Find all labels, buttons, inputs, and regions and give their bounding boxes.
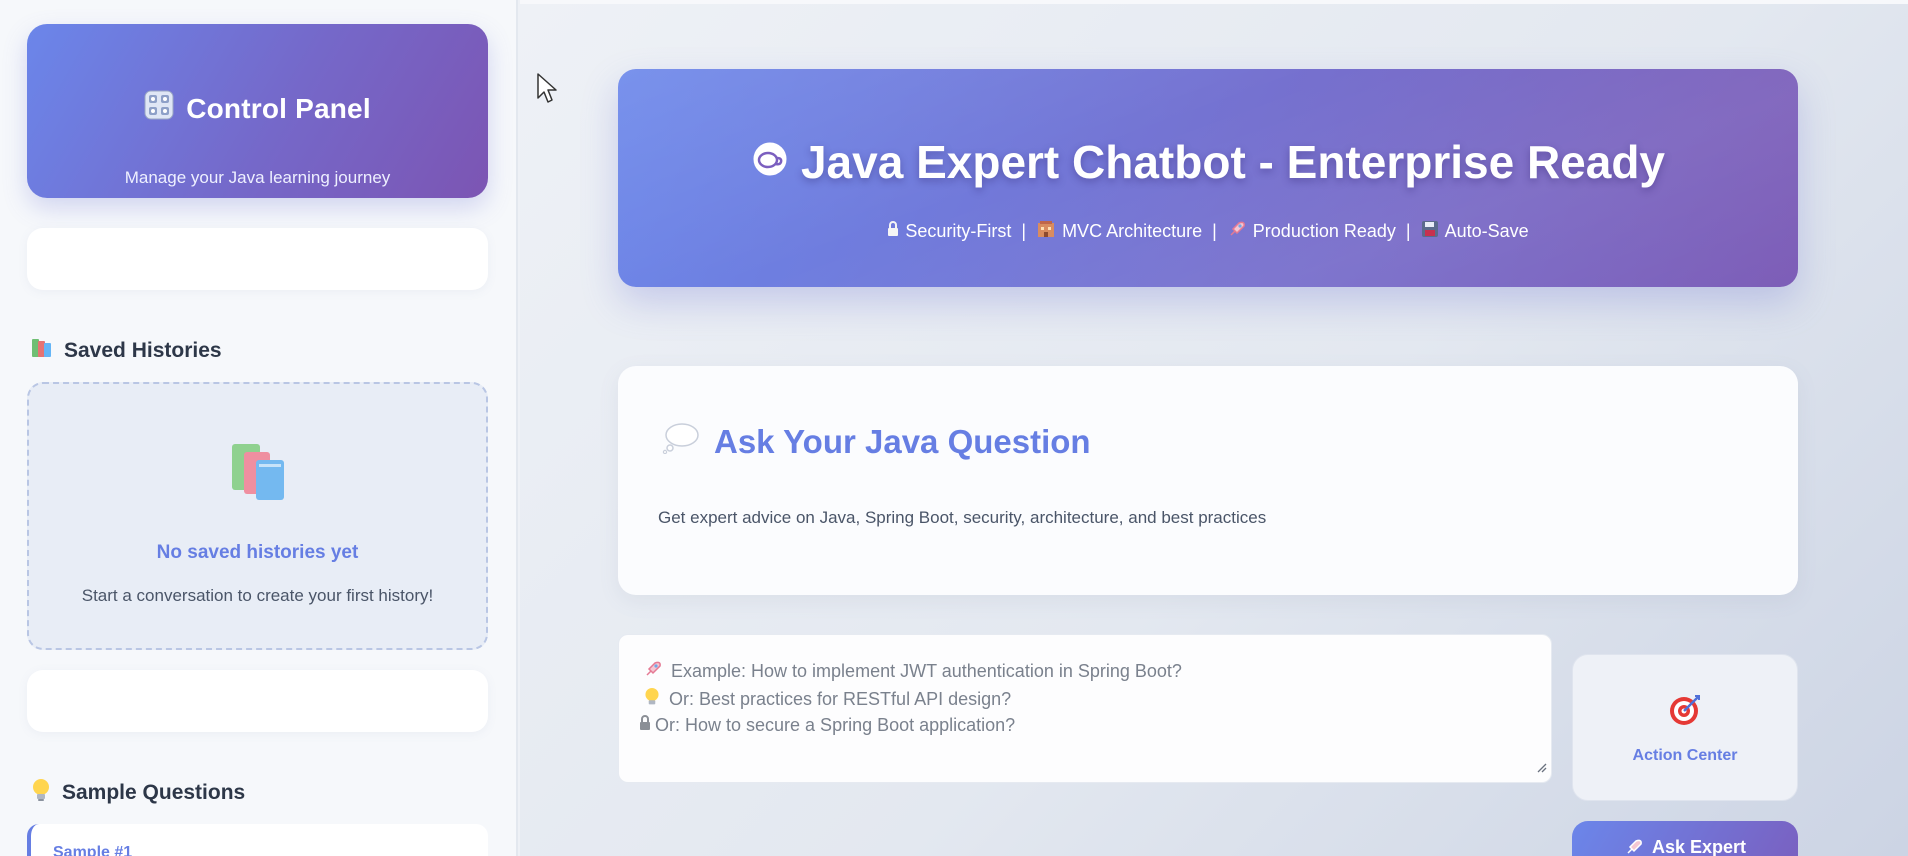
placeholder-line: Or: How to secure a Spring Boot applicat… — [639, 715, 1015, 736]
lightbulb-icon — [643, 687, 661, 712]
control-panel-card: Control Panel Manage your Java learning … — [27, 24, 488, 198]
ask-question-card: Ask Your Java Question Get expert advice… — [618, 366, 1798, 595]
hero-tags: Security-First | MVC Architecture | Prod… — [618, 219, 1798, 244]
sidebar-blank-card-2 — [27, 670, 488, 732]
floppy-disk-icon — [1421, 220, 1439, 243]
placeholder-line: Example: How to implement JWT authentica… — [643, 659, 1182, 684]
control-panel-heading: Control Panel — [27, 90, 488, 127]
sidebar-blank-card — [27, 228, 488, 290]
placeholder-line: Or: Best practices for RESTful API desig… — [643, 687, 1011, 712]
tag-autosave: Auto-Save — [1444, 221, 1529, 241]
coffee-cup-icon — [751, 135, 789, 189]
empty-histories-title: No saved histories yet — [156, 542, 359, 563]
control-panel-subtitle: Manage your Java learning journey — [124, 168, 391, 187]
lock-icon — [639, 715, 651, 736]
hero-heading: Java Expert Chatbot - Enterprise Ready — [618, 135, 1798, 189]
hero-banner: Java Expert Chatbot - Enterprise Ready S… — [618, 69, 1798, 287]
sample-question-label: Sample #1 — [53, 844, 133, 856]
saved-histories-heading: Saved Histories — [30, 336, 222, 366]
action-center-label: Action Center — [1632, 747, 1738, 764]
sample-question-item[interactable]: Sample #1 — [27, 824, 488, 856]
ask-expert-label: Ask Expert — [1651, 837, 1747, 856]
empty-histories-subtitle: Start a conversation to create your firs… — [81, 586, 434, 605]
ask-expert-button[interactable]: Ask Expert — [1572, 821, 1798, 856]
tag-separator: | — [1021, 221, 1027, 241]
control-knobs-icon — [144, 90, 174, 127]
tag-mvc: MVC Architecture — [1062, 221, 1203, 241]
main-content: Java Expert Chatbot - Enterprise Ready S… — [520, 0, 1908, 856]
sample-questions-label: Sample Questions — [62, 781, 246, 804]
question-textarea[interactable]: Example: How to implement JWT authentica… — [618, 634, 1552, 783]
placeholder-example-1: Example: How to implement JWT authentica… — [671, 661, 1182, 681]
tag-production: Production Ready — [1252, 221, 1396, 241]
placeholder-example-2: Or: Best practices for RESTful API desig… — [669, 689, 1012, 709]
sample-questions-heading: Sample Questions — [30, 778, 245, 808]
books-icon — [30, 336, 54, 366]
top-strip — [520, 0, 1908, 4]
resize-handle-icon[interactable] — [1535, 760, 1547, 778]
saved-histories-label: Saved Histories — [64, 339, 222, 362]
rocket-icon — [1227, 219, 1247, 244]
placeholder-example-3: Or: How to secure a Spring Boot applicat… — [655, 715, 1016, 735]
building-icon — [1036, 220, 1056, 243]
sidebar: Control Panel Manage your Java learning … — [0, 0, 518, 856]
thought-bubble-icon — [662, 422, 700, 462]
lock-icon — [887, 221, 899, 242]
tag-security: Security-First — [905, 221, 1012, 241]
action-center-card[interactable]: Action Center — [1572, 654, 1798, 801]
lightbulb-icon — [30, 778, 52, 808]
target-icon — [1573, 693, 1797, 727]
ask-heading: Ask Your Java Question — [662, 422, 1091, 462]
mouse-cursor-icon — [536, 72, 558, 109]
tag-separator: | — [1212, 221, 1217, 241]
tag-separator: | — [1405, 221, 1411, 241]
ask-title: Ask Your Java Question — [714, 423, 1091, 460]
ask-subtitle: Get expert advice on Java, Spring Boot, … — [658, 508, 1267, 527]
books-icon — [29, 442, 486, 502]
control-panel-title: Control Panel — [186, 92, 371, 124]
rocket-icon — [643, 659, 663, 684]
rocket-icon — [1624, 837, 1644, 856]
hero-title: Java Expert Chatbot - Enterprise Ready — [800, 136, 1666, 188]
saved-histories-empty-state: No saved histories yet Start a conversat… — [27, 382, 488, 650]
